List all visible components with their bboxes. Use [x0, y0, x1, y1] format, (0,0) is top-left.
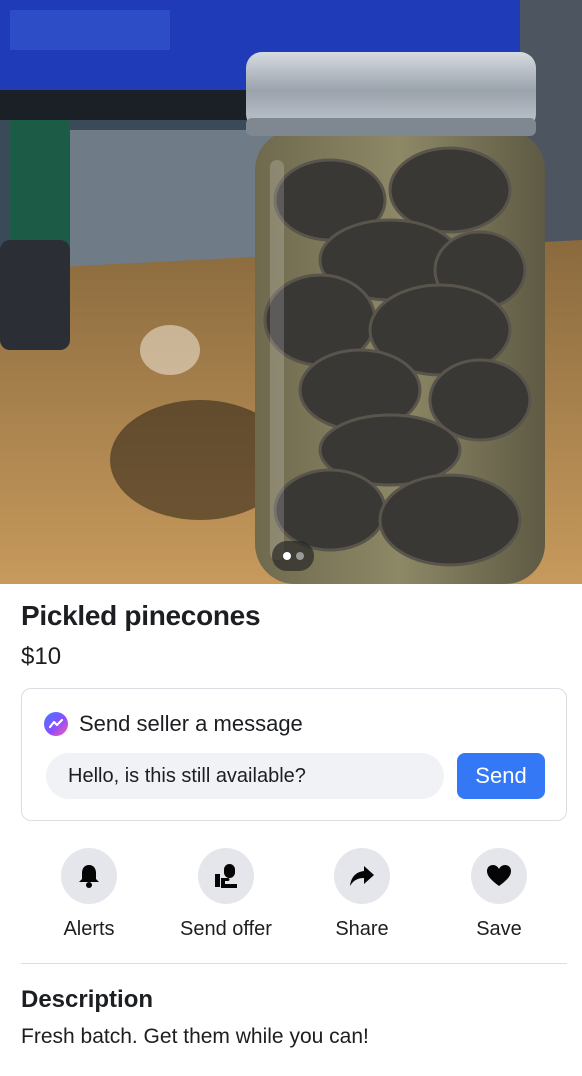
save-label: Save [476, 918, 522, 940]
pinecone-jar-image [0, 0, 582, 584]
message-heading: Send seller a message [79, 711, 303, 736]
save-button[interactable]: Save [439, 848, 559, 941]
message-input[interactable]: Hello, is this still available? [46, 753, 444, 799]
listing-title: Pickled pinecones [21, 600, 261, 631]
share-label: Share [335, 918, 389, 940]
listing-photo[interactable] [0, 0, 582, 584]
photo-pagination[interactable] [272, 541, 314, 571]
share-button[interactable]: Share [302, 848, 422, 941]
messenger-icon [44, 712, 68, 736]
heart-icon [471, 848, 527, 904]
message-header: Send seller a message [44, 711, 303, 737]
message-seller-card: Send seller a message Hello, is this sti… [21, 688, 567, 821]
send-offer-button[interactable]: Send offer [166, 848, 286, 941]
action-bar: Alerts Send offer Share Save [21, 848, 567, 948]
share-icon [334, 848, 390, 904]
offer-icon [198, 848, 254, 904]
description-text: Fresh batch. Get them while you can! [21, 1025, 369, 1048]
bell-icon [61, 848, 117, 904]
alerts-button[interactable]: Alerts [29, 848, 149, 941]
photo-dot [295, 552, 304, 560]
listing-price: $10 [21, 643, 62, 670]
send-offer-label: Send offer [180, 918, 272, 940]
photo-dot-active [282, 552, 291, 560]
divider [21, 963, 567, 964]
alerts-label: Alerts [63, 918, 115, 940]
description-heading: Description [21, 986, 154, 1013]
send-button[interactable]: Send [457, 753, 545, 799]
